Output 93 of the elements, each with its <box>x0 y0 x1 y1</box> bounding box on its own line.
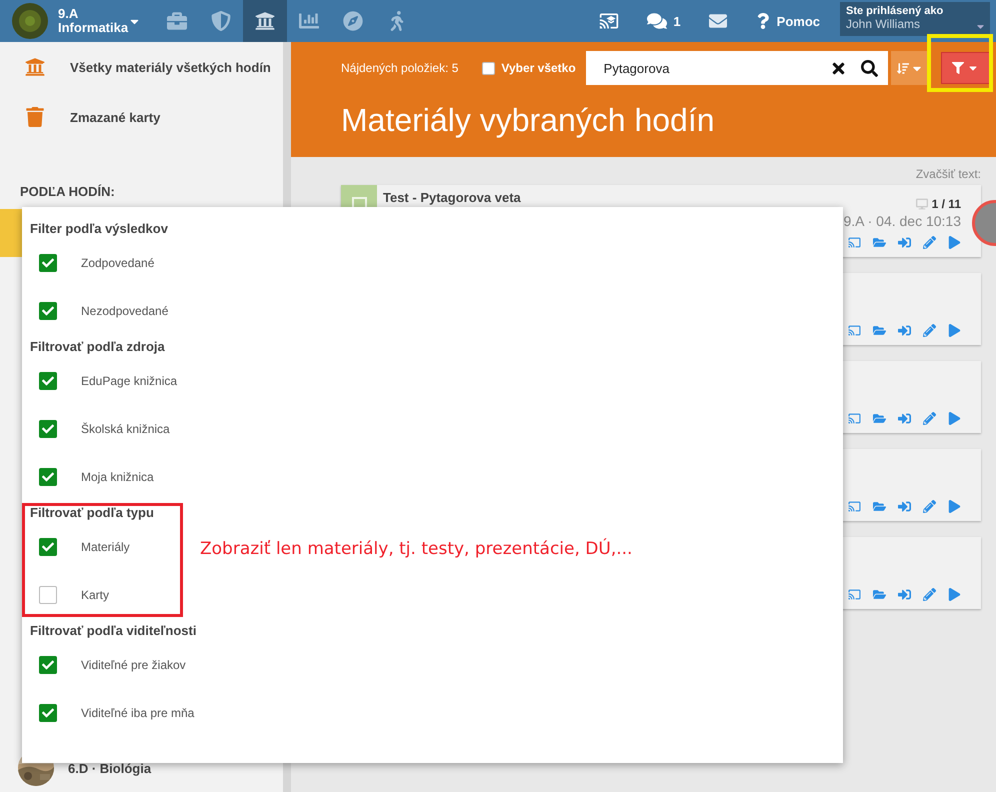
filter-heading: Filtrovať podľa typu <box>30 504 154 520</box>
compass-icon <box>343 11 363 31</box>
subject-name[interactable]: Informatika <box>58 21 128 35</box>
sign-in-icon[interactable] <box>898 588 911 601</box>
checkbox[interactable] <box>39 656 57 674</box>
sign-in-icon[interactable] <box>898 236 911 249</box>
sign-in-icon[interactable] <box>898 412 911 425</box>
sidebar-item[interactable]: Zmazané karty <box>0 92 283 142</box>
option-label[interactable]: Viditeľné iba pre mňa <box>81 706 194 720</box>
pencil-icon[interactable] <box>923 412 936 425</box>
option-label[interactable]: Moja knižnica <box>81 470 154 484</box>
shield-icon <box>211 11 231 31</box>
cast-icon[interactable] <box>848 588 861 601</box>
option-label[interactable]: Materiály <box>81 540 130 554</box>
checkbox[interactable] <box>39 420 57 438</box>
highlight-frame <box>927 34 993 92</box>
user-caption: Ste prihlásený ako <box>846 5 944 17</box>
pencil-icon[interactable] <box>923 500 936 513</box>
check-icon <box>42 707 54 719</box>
play-icon[interactable] <box>948 236 961 249</box>
library-icon <box>25 57 45 77</box>
pencil-icon[interactable] <box>923 236 936 249</box>
option-label[interactable]: Nezodpovedané <box>81 304 168 318</box>
sidebar-item[interactable]: Všetky materiály všetkých hodín <box>0 42 283 92</box>
check-icon <box>42 257 54 269</box>
sort-button[interactable] <box>890 51 929 85</box>
card-meta: 9.A · 04. dec 10:13 <box>843 213 961 229</box>
lesson-label: 6.D · Biológia <box>68 760 152 776</box>
play-icon[interactable] <box>948 588 961 601</box>
chat-icon[interactable] <box>647 11 668 31</box>
option-label[interactable]: Školská knižnica <box>81 422 170 436</box>
folder-icon[interactable] <box>873 412 886 425</box>
folder-icon[interactable] <box>873 588 886 601</box>
message-count: 1 <box>673 14 681 28</box>
check-icon <box>42 659 54 671</box>
checkbox[interactable] <box>39 302 57 320</box>
monitor-icon <box>916 198 928 210</box>
play-icon[interactable] <box>948 324 961 337</box>
check-icon <box>42 305 54 317</box>
card-title: Test - Pytagorova veta <box>383 190 521 205</box>
folder-icon[interactable] <box>873 500 886 513</box>
folder-icon[interactable] <box>873 236 886 249</box>
option-label[interactable]: Karty <box>81 588 110 602</box>
library-icon <box>255 11 275 31</box>
annotation-text: Zobraziť len materiály, tj. testy, prezentácie, DÚ,... <box>200 539 632 559</box>
card-count: 1 / 11 <box>932 197 961 211</box>
filter-heading: Filtrovať podľa zdroja <box>30 338 165 354</box>
class-name[interactable]: 9.A <box>58 7 128 21</box>
checkbox[interactable] <box>39 372 57 390</box>
user-name: John Williams <box>846 17 920 31</box>
pencil-icon[interactable] <box>923 588 936 601</box>
filter-icon <box>952 62 964 74</box>
avatar[interactable] <box>12 3 48 39</box>
mail-icon[interactable] <box>708 12 727 30</box>
check-icon <box>42 471 54 483</box>
search-bar[interactable]: Pytagorova <box>586 51 888 85</box>
checkbox[interactable] <box>39 586 57 604</box>
section-title: PODĽA HODÍN: <box>20 184 115 199</box>
check-icon <box>42 541 54 553</box>
checkbox[interactable] <box>39 254 57 272</box>
check-icon <box>42 423 54 435</box>
filter-heading: Filter podľa výsledkov <box>30 220 168 236</box>
pencil-icon[interactable] <box>923 324 936 337</box>
checkbox[interactable] <box>39 538 57 556</box>
help-link[interactable]: Pomoc <box>776 14 820 28</box>
cast-icon[interactable] <box>848 324 861 337</box>
option-label[interactable]: EduPage knižnica <box>81 374 178 388</box>
sign-in-icon[interactable] <box>898 324 911 337</box>
filter-heading: Filtrovať podľa viditeľnosti <box>30 622 196 638</box>
cast-icon[interactable] <box>848 500 861 513</box>
option-label[interactable]: Viditeľné pre žiakov <box>81 658 186 672</box>
checkbox[interactable] <box>39 704 57 722</box>
option-label[interactable]: Zodpovedané <box>81 256 154 270</box>
chart-icon <box>299 11 319 31</box>
play-icon[interactable] <box>948 500 961 513</box>
user-menu[interactable]: Ste prihlásený ako John Williams <box>840 2 990 36</box>
checkbox[interactable] <box>39 468 57 486</box>
sign-in-icon[interactable] <box>898 500 911 513</box>
nav-tab[interactable] <box>243 0 287 42</box>
sort-icon <box>896 62 909 74</box>
filter-button[interactable] <box>940 52 990 84</box>
check-icon <box>42 375 54 387</box>
clear-icon[interactable] <box>830 60 847 76</box>
found-count: Nájdených položiek: 5 <box>341 61 458 75</box>
search-icon[interactable] <box>860 60 878 76</box>
folder-icon[interactable] <box>873 324 886 337</box>
trash-icon <box>25 107 45 127</box>
cast-icon[interactable] <box>848 412 861 425</box>
play-icon[interactable] <box>948 412 961 425</box>
page-title: Materiály vybraných hodín <box>341 102 716 139</box>
cast-icon[interactable] <box>848 236 861 249</box>
briefcase-icon <box>167 11 187 31</box>
cast-icon[interactable] <box>599 11 620 31</box>
